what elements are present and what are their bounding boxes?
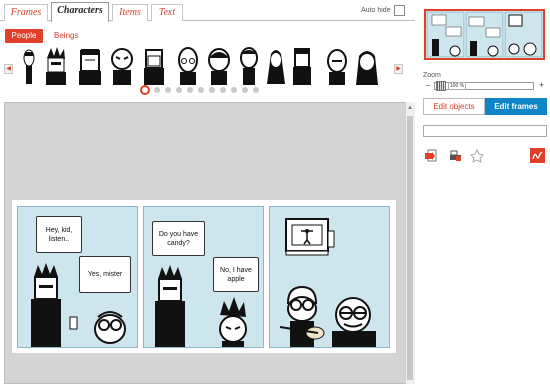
edit-objects-button[interactable]: Edit objects — [423, 98, 485, 115]
speech-bubble[interactable]: Do you have candy? — [152, 221, 205, 256]
subtab-people[interactable]: People — [5, 29, 43, 43]
character-12[interactable] — [353, 46, 381, 86]
text-input[interactable] — [423, 125, 547, 137]
page-dot[interactable] — [198, 87, 204, 93]
speech-bubble[interactable]: Yes, mister — [79, 256, 131, 293]
character-11[interactable] — [323, 46, 351, 86]
character-4[interactable] — [108, 46, 136, 86]
scroll-right-arrow[interactable]: ▶ — [394, 64, 403, 74]
character-5[interactable] — [140, 46, 168, 86]
character-8[interactable] — [235, 46, 263, 86]
edit-frames-button[interactable]: Edit frames — [485, 98, 547, 115]
character-2[interactable] — [42, 46, 70, 86]
page-dot[interactable] — [231, 87, 237, 93]
print-icon[interactable] — [448, 148, 463, 163]
character-3[interactable] — [76, 46, 104, 86]
page-dot[interactable] — [154, 87, 160, 93]
page-dot[interactable] — [187, 87, 193, 93]
character-7[interactable] — [205, 46, 233, 86]
zoom-out-button[interactable]: − — [424, 82, 432, 90]
character-6[interactable] — [174, 46, 202, 86]
character-10[interactable] — [288, 46, 316, 86]
computer-scene — [279, 218, 376, 347]
scroll-up-arrow[interactable]: ▲ — [406, 104, 414, 112]
scroll-left-arrow[interactable]: ◀ — [4, 64, 13, 74]
scrollbar-thumb[interactable] — [407, 116, 413, 380]
zoom-slider-handle[interactable] — [436, 81, 446, 91]
tab-text[interactable]: Text — [151, 4, 183, 21]
character-9[interactable] — [262, 46, 290, 86]
tab-frames[interactable]: Frames — [4, 4, 48, 21]
comic-panel-3[interactable] — [269, 206, 390, 348]
page-dot[interactable] — [253, 87, 259, 93]
page-dot[interactable] — [242, 87, 248, 93]
exit-icon[interactable] — [423, 148, 438, 163]
speech-bubble[interactable]: No, I have apple — [213, 257, 259, 292]
main-tabs: Frames Characters Items Text Auto hide — [0, 0, 415, 22]
auto-hide-checkbox[interactable] — [394, 5, 405, 16]
character-1[interactable] — [16, 46, 44, 86]
page-dot[interactable] — [220, 87, 226, 93]
page-dot[interactable] — [165, 87, 171, 93]
zoom-label: Zoom — [423, 72, 441, 79]
comic-panel-2[interactable]: Do you have candy? No, I have apple — [143, 206, 264, 348]
zoom-in-button[interactable]: + — [537, 81, 546, 90]
signature-icon[interactable] — [530, 148, 545, 163]
page-dot[interactable] — [140, 85, 150, 95]
page-dot[interactable] — [209, 87, 215, 93]
tab-items[interactable]: Items — [112, 4, 148, 21]
subtab-beings[interactable]: Beings — [54, 29, 78, 43]
tab-characters[interactable]: Characters — [51, 2, 109, 22]
zoom-value: 100 % — [448, 82, 466, 90]
comic-thumbnail[interactable] — [424, 9, 545, 60]
speech-bubble[interactable]: Hey, kid, listen.. — [36, 216, 82, 253]
stamp-icon[interactable] — [470, 148, 485, 163]
comic-panel-1[interactable]: Hey, kid, listen.. Yes, mister — [17, 206, 138, 348]
auto-hide-label: Auto hide — [361, 7, 391, 14]
page-dot[interactable] — [176, 87, 182, 93]
